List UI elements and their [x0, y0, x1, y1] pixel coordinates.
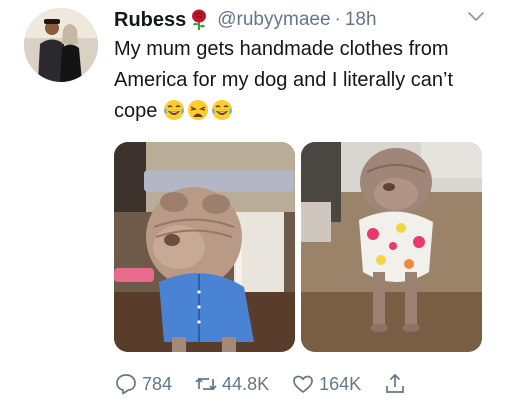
tweet-actions: 784 44.8K 164K: [114, 370, 429, 398]
media-grid: [114, 142, 482, 352]
author-handle[interactable]: @rubyymaee: [217, 9, 330, 31]
weary-face-emoji-icon: [188, 100, 209, 120]
retweet-count: 44.8K: [222, 373, 270, 394]
tweet-header: Rubess @rubyymaee · 18h: [114, 7, 377, 33]
heart-icon: [293, 375, 313, 393]
tweet: Rubess @rubyymaee · 18h My mum gets hand…: [0, 0, 507, 411]
chevron-down-icon[interactable]: [467, 10, 485, 22]
like-count: 164K: [319, 373, 362, 394]
like-button[interactable]: 164K: [291, 372, 361, 396]
share-icon: [386, 373, 404, 393]
reply-count: 784: [142, 373, 173, 394]
reply-button[interactable]: 784: [114, 372, 172, 396]
author-name[interactable]: Rubess: [114, 9, 186, 32]
reply-icon: [116, 374, 136, 395]
tweet-text: My mum gets handmade clothes from Americ…: [114, 34, 484, 127]
dog-in-floral-shirt-photo[interactable]: [301, 142, 482, 352]
rose-icon: [192, 9, 207, 30]
retweet-icon: [195, 377, 217, 391]
share-button[interactable]: [383, 372, 407, 396]
timestamp[interactable]: 18h: [345, 9, 377, 31]
dog-in-blue-shirt-photo[interactable]: [114, 142, 295, 352]
emoji-group: [163, 99, 233, 121]
avatar[interactable]: [24, 8, 98, 82]
separator-dot: ·: [334, 9, 341, 30]
tears-of-joy-emoji-icon: [212, 100, 233, 120]
tears-of-joy-emoji-icon: [164, 100, 185, 120]
retweet-button[interactable]: 44.8K: [194, 372, 269, 396]
